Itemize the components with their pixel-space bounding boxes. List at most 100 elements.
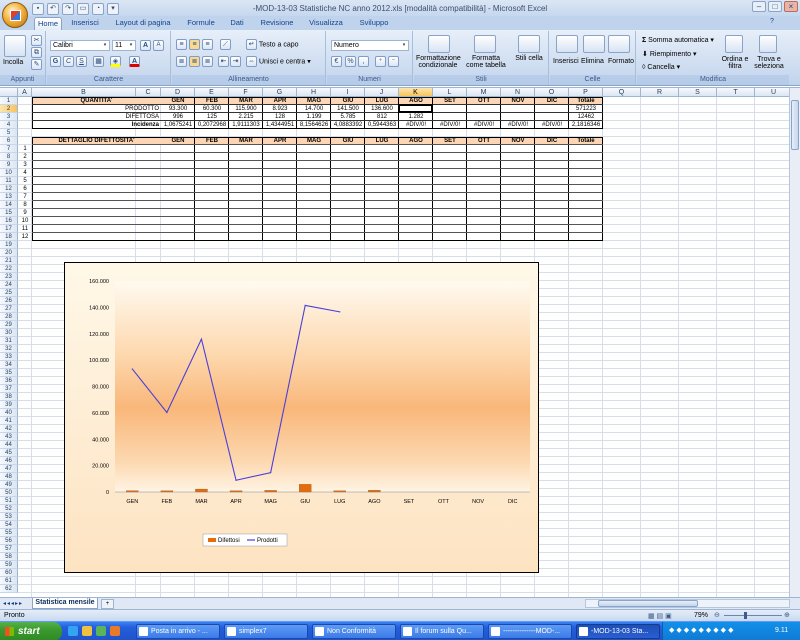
quicklaunch-ie-icon[interactable] (68, 626, 78, 636)
insert-cells-icon[interactable] (556, 35, 578, 53)
row-header-44[interactable]: 44 (0, 441, 18, 449)
horizontal-scroll-thumb[interactable] (598, 600, 698, 607)
increase-decimal-icon[interactable]: ⁺ (375, 56, 386, 67)
row-header-13[interactable]: 13 (0, 193, 18, 201)
row-header-21[interactable]: 21 (0, 257, 18, 265)
task-forum[interactable]: Il forum sulla Qu... (400, 624, 484, 639)
tab-view[interactable]: Visualizza (306, 17, 346, 30)
row-header-34[interactable]: 34 (0, 361, 18, 369)
format-as-table-icon[interactable] (474, 35, 496, 53)
task-nonconformita[interactable]: Non Conformità (312, 624, 396, 639)
row-header-49[interactable]: 49 (0, 481, 18, 489)
detail-row-number[interactable]: 8 (18, 201, 32, 209)
detail-row-number[interactable]: 12 (18, 233, 32, 241)
row-header-10[interactable]: 10 (0, 169, 18, 177)
row-header-56[interactable]: 56 (0, 537, 18, 545)
column-header-k[interactable]: K (399, 88, 433, 97)
task-mod-13-03[interactable]: -MOD-13-03 Sta... (576, 624, 660, 639)
column-header-p[interactable]: P (569, 88, 603, 97)
row-header-48[interactable]: 48 (0, 473, 18, 481)
row-header-59[interactable]: 59 (0, 561, 18, 569)
row-header-24[interactable]: 24 (0, 281, 18, 289)
row-header-38[interactable]: 38 (0, 393, 18, 401)
conditional-formatting-button[interactable]: Formattazione condizionale (416, 55, 461, 69)
horizontal-scrollbar[interactable] (585, 599, 790, 608)
fill-color-icon[interactable]: ◈ (110, 56, 121, 67)
task-outlook[interactable]: Posta in arrivo - ... (136, 624, 220, 639)
select-all-corner[interactable] (0, 88, 18, 97)
copy-icon[interactable]: ⧉ (31, 47, 42, 58)
row-header-4[interactable]: 4 (0, 121, 18, 129)
row-header-27[interactable]: 27 (0, 305, 18, 313)
thousands-icon[interactable]: , (358, 56, 369, 67)
close-icon[interactable]: × (784, 1, 798, 12)
column-header-a[interactable]: A (18, 88, 32, 97)
row-header-20[interactable]: 20 (0, 249, 18, 257)
column-header-u[interactable]: U (755, 88, 793, 97)
row-header-25[interactable]: 25 (0, 289, 18, 297)
tab-formulas[interactable]: Formule (184, 17, 218, 30)
detail-row-number[interactable]: 10 (18, 217, 32, 225)
row-header-47[interactable]: 47 (0, 465, 18, 473)
insert-cells-button[interactable]: Inserisci (553, 58, 579, 65)
detail-row-number[interactable]: 1 (18, 145, 32, 153)
row-header-31[interactable]: 31 (0, 337, 18, 345)
row-header-7[interactable]: 7 (0, 145, 18, 153)
row-header-54[interactable]: 54 (0, 521, 18, 529)
row-header-16[interactable]: 16 (0, 217, 18, 225)
row-header-42[interactable]: 42 (0, 425, 18, 433)
column-header-d[interactable]: D (161, 88, 195, 97)
delete-cells-button[interactable]: Elimina (581, 58, 604, 65)
tab-developer[interactable]: Sviluppo (356, 17, 392, 30)
tab-insert[interactable]: Inserisci (68, 17, 102, 30)
conditional-formatting-icon[interactable] (428, 35, 450, 53)
row-header-22[interactable]: 22 (0, 265, 18, 273)
column-header-e[interactable]: E (195, 88, 229, 97)
decrease-decimal-icon[interactable]: ⁻ (388, 56, 399, 67)
row-header-46[interactable]: 46 (0, 457, 18, 465)
row-header-14[interactable]: 14 (0, 201, 18, 209)
currency-icon[interactable]: € (331, 56, 342, 67)
shrink-font-button[interactable]: A (153, 40, 164, 51)
paste-icon[interactable] (4, 35, 26, 57)
column-header-n[interactable]: N (501, 88, 535, 97)
row-header-9[interactable]: 9 (0, 161, 18, 169)
align-bottom-icon[interactable]: ≡ (202, 39, 213, 50)
insert-sheet-icon[interactable]: + (101, 599, 114, 609)
orientation-icon[interactable]: ⟋ (220, 39, 231, 50)
column-header-i[interactable]: I (331, 88, 365, 97)
zoom-out-icon[interactable]: ⊖ (714, 610, 720, 621)
align-left-icon[interactable]: ≣ (176, 56, 187, 67)
find-select-button[interactable]: Trova e seleziona (753, 56, 785, 70)
row-header-2[interactable]: 2 (0, 105, 18, 113)
detail-row-number[interactable]: 9 (18, 209, 32, 217)
row-header-29[interactable]: 29 (0, 321, 18, 329)
increase-indent-icon[interactable]: ⇥ (230, 56, 241, 67)
row-header-39[interactable]: 39 (0, 401, 18, 409)
format-as-table-button[interactable]: Formatta come tabella (464, 55, 508, 69)
minimize-icon[interactable]: – (752, 1, 766, 12)
row-header-43[interactable]: 43 (0, 433, 18, 441)
row-header-62[interactable]: 62 (0, 585, 18, 593)
maximize-icon[interactable]: □ (768, 1, 782, 12)
sheet-nav-arrows-icon[interactable]: ◂◂◂▸▸ (3, 600, 23, 607)
column-header-r[interactable]: R (641, 88, 679, 97)
row-header-33[interactable]: 33 (0, 353, 18, 361)
row-header-18[interactable]: 18 (0, 233, 18, 241)
row-header-15[interactable]: 15 (0, 209, 18, 217)
column-header-c[interactable]: C (136, 88, 161, 97)
row-header-35[interactable]: 35 (0, 369, 18, 377)
task-mod-doc[interactable]: --------------MOD-... (488, 624, 572, 639)
font-size-select[interactable]: 11 ▾ (112, 40, 136, 51)
column-header-j[interactable]: J (365, 88, 399, 97)
percent-icon[interactable]: % (345, 56, 356, 67)
row-header-50[interactable]: 50 (0, 489, 18, 497)
format-cells-icon[interactable] (608, 35, 630, 53)
bold-button[interactable]: G (50, 56, 61, 67)
column-header-l[interactable]: L (433, 88, 467, 97)
italic-button[interactable]: C (63, 56, 74, 67)
column-header-g[interactable]: G (263, 88, 297, 97)
sheet-tab-statistica[interactable]: Statistica mensile (32, 598, 98, 609)
row-header-30[interactable]: 30 (0, 329, 18, 337)
row-header-32[interactable]: 32 (0, 345, 18, 353)
